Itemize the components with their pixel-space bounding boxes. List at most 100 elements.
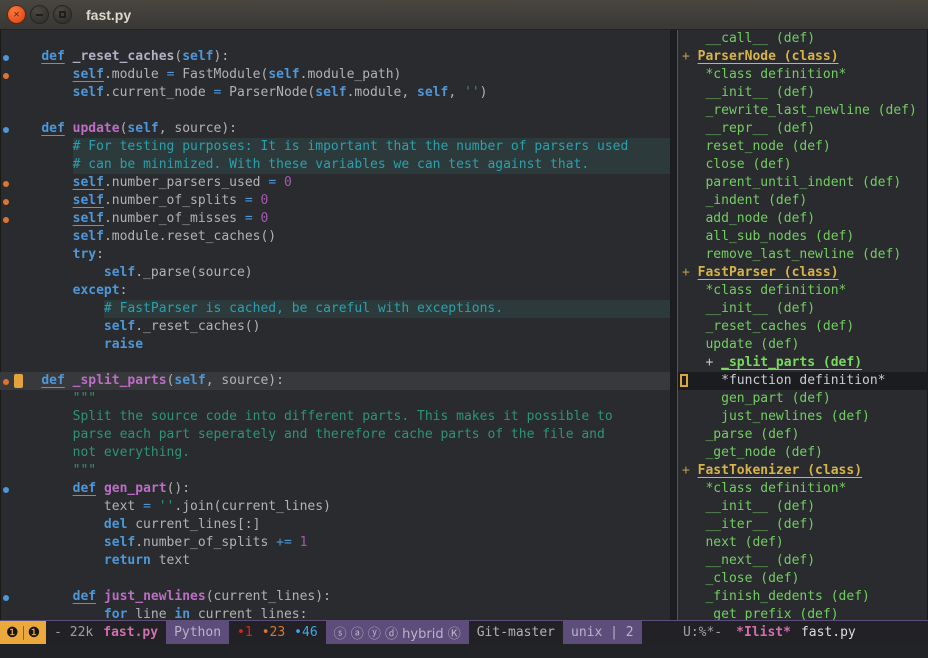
outline-item[interactable]: _rewrite_last_newline (def) [678, 102, 928, 120]
window-divider[interactable] [670, 30, 678, 620]
code-line[interactable]: def just_newlines(current_lines): [0, 588, 670, 606]
outline-item[interactable]: _indent (def) [678, 192, 928, 210]
outline-item[interactable]: gen_part (def) [678, 390, 928, 408]
token: 0 [284, 174, 292, 192]
outline-item[interactable]: + FastTokenizer (class) [678, 462, 928, 480]
window-number-segment[interactable]: ❶ ❶ [0, 621, 46, 644]
token: just_newlines [104, 588, 206, 606]
outline-item[interactable]: just_newlines (def) [678, 408, 928, 426]
outline-item[interactable]: *class definition* [678, 282, 928, 300]
outline-item[interactable]: _parse (def) [678, 426, 928, 444]
code-line[interactable]: try: [0, 246, 670, 264]
code-line[interactable]: self.number_of_splits = 0 [0, 192, 670, 210]
code-line[interactable]: self.number_of_splits += 1 [0, 534, 670, 552]
blue-fringe-dot-icon [3, 487, 9, 493]
code-line[interactable]: def _split_parts(self, source): [0, 372, 670, 390]
code-line[interactable]: # FastParser is cached, be careful with … [0, 300, 670, 318]
outline-item[interactable]: remove_last_newline (def) [678, 246, 928, 264]
maximize-button[interactable] [53, 5, 72, 24]
outline-item[interactable]: __init__ (def) [678, 84, 928, 102]
git-branch-label: Git-master [477, 625, 555, 640]
code-line[interactable]: Split the source code into different par… [0, 408, 670, 426]
code-line[interactable]: """ [0, 462, 670, 480]
code-line[interactable] [0, 570, 670, 588]
outline-item[interactable]: __init__ (def) [678, 498, 928, 516]
token: _rewrite_last_newline (def) [705, 102, 916, 120]
code-line[interactable] [0, 102, 670, 120]
code-line[interactable]: self.module.reset_caches() [0, 228, 670, 246]
code-line[interactable]: del current_lines[:] [0, 516, 670, 534]
code-line[interactable]: self.module = FastModule(self.module_pat… [0, 66, 670, 84]
outline-item[interactable]: _close (def) [678, 570, 928, 588]
token: , source): [206, 372, 284, 390]
echo-area[interactable] [0, 644, 928, 658]
buffer-info-segment[interactable]: - 22k fast.py [46, 621, 166, 644]
encoding-segment[interactable]: unix | 2 [563, 621, 642, 644]
token: .module [104, 66, 167, 84]
code-line[interactable]: except: [0, 282, 670, 300]
close-button[interactable]: ✕ [7, 5, 26, 24]
code-line[interactable]: self.number_parsers_used = 0 [0, 174, 670, 192]
minor-modes-segment[interactable]: ⓢ ⓐ ⓨ ⓓ hybrid Ⓚ [326, 621, 469, 644]
outline-item[interactable]: _finish_dedents (def) [678, 588, 928, 606]
outline-item[interactable]: close (def) [678, 156, 928, 174]
token [65, 48, 73, 66]
outline-item[interactable]: + FastParser (class) [678, 264, 928, 282]
token: self [104, 534, 135, 552]
frame-content: def _reset_caches(self): self.module = F… [0, 30, 928, 620]
token [10, 84, 73, 102]
code-line[interactable]: self._parse(source) [0, 264, 670, 282]
token: .module_path) [300, 66, 402, 84]
outline-item[interactable]: + _split_parts (def) [678, 354, 928, 372]
code-line[interactable]: # For testing purposes: It is important … [0, 138, 670, 156]
code-line[interactable]: def _reset_caches(self): [0, 48, 670, 66]
outline-item[interactable]: parent_until_indent (def) [678, 174, 928, 192]
outline-item[interactable]: next (def) [678, 534, 928, 552]
code-line[interactable]: parse each part seperately and therefore… [0, 426, 670, 444]
imenu-list-panel[interactable]: __call__ (def)+ ParserNode (class) *clas… [678, 30, 928, 620]
code-line[interactable]: def update(self, source): [0, 120, 670, 138]
outline-item[interactable]: _get_prefix (def) [678, 606, 928, 620]
outline-item[interactable]: all_sub_nodes (def) [678, 228, 928, 246]
outline-item[interactable]: reset_node (def) [678, 138, 928, 156]
token [682, 120, 705, 138]
code-line[interactable]: for line in current_lines: [0, 606, 670, 620]
code-line[interactable]: text = ''.join(current_lines) [0, 498, 670, 516]
outline-item[interactable]: __next__ (def) [678, 552, 928, 570]
outline-item[interactable]: *class definition* [678, 66, 928, 84]
outline-item-selected[interactable]: *function definition* [678, 372, 928, 390]
code-line[interactable] [0, 30, 670, 48]
outline-item[interactable]: _reset_caches (def) [678, 318, 928, 336]
code-line[interactable]: self.current_node = ParserNode(self.modu… [0, 84, 670, 102]
outline-item[interactable]: *class definition* [678, 480, 928, 498]
code-line[interactable]: self._reset_caches() [0, 318, 670, 336]
code-line[interactable]: # can be minimized. With these variables… [0, 156, 670, 174]
outline-item[interactable]: + ParserNode (class) [678, 48, 928, 66]
git-branch-segment[interactable]: Git-master [469, 621, 563, 644]
token: remove_last_newline (def) [705, 246, 901, 264]
outline-item[interactable]: __iter__ (def) [678, 516, 928, 534]
outline-item[interactable]: __call__ (def) [678, 30, 928, 48]
code-editor-window[interactable]: def _reset_caches(self): self.module = F… [0, 30, 670, 620]
token: = [245, 192, 253, 210]
outline-item[interactable]: add_node (def) [678, 210, 928, 228]
token: (): [167, 480, 190, 498]
major-mode-segment[interactable]: Python [166, 621, 229, 644]
code-line[interactable]: return text [0, 552, 670, 570]
code-line[interactable]: not everything. [0, 444, 670, 462]
code-line[interactable]: raise [0, 336, 670, 354]
code-line[interactable]: self.number_of_misses = 0 [0, 210, 670, 228]
token: close (def) [705, 156, 791, 174]
code-line[interactable] [0, 354, 670, 372]
outline-item[interactable]: update (def) [678, 336, 928, 354]
token [10, 228, 73, 246]
outline-item[interactable]: __init__ (def) [678, 300, 928, 318]
minimize-button[interactable] [30, 5, 49, 24]
code-line[interactable]: def gen_part(): [0, 480, 670, 498]
outline-item[interactable]: __repr__ (def) [678, 120, 928, 138]
code-line[interactable]: """ [0, 390, 670, 408]
token [10, 192, 73, 210]
flycheck-counts-segment[interactable]: •1 •23 •46 [229, 621, 326, 644]
modeline-ilist-window[interactable]: U:%*- *Ilist* fast.py [678, 621, 928, 644]
outline-item[interactable]: _get_node (def) [678, 444, 928, 462]
